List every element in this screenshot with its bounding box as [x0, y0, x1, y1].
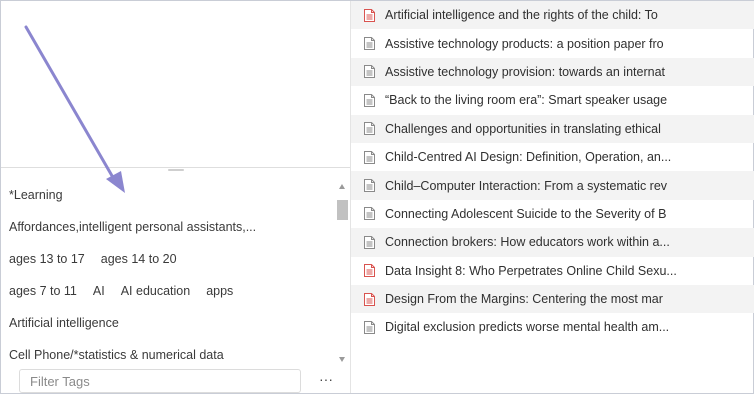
item-title: Data Insight 8: Who Perpetrates Online C…: [385, 263, 677, 278]
document-icon: [364, 179, 375, 193]
tag-ages-13-17[interactable]: ages 13 to 17: [9, 252, 85, 266]
pane-resize-handle[interactable]: [168, 169, 184, 171]
items-pane: Artificial intelligence and the rights o…: [351, 1, 754, 393]
document-icon: [364, 150, 375, 164]
tag-row: ages 7 to 11 AI AI education apps: [1, 275, 333, 307]
item-title: Assistive technology products: a positio…: [385, 36, 664, 51]
scroll-down-icon[interactable]: [339, 357, 345, 362]
items-list: Artificial intelligence and the rights o…: [351, 1, 754, 342]
item-row[interactable]: Data Insight 8: Who Perpetrates Online C…: [351, 257, 754, 285]
item-title: Child-Centred AI Design: Definition, Ope…: [385, 150, 672, 165]
tag-filter-bar: ···: [1, 367, 350, 394]
scroll-up-icon[interactable]: [339, 184, 345, 189]
tag-row: Affordances,intelligent personal assista…: [1, 211, 333, 243]
tag-artificial-intelligence[interactable]: Artificial intelligence: [9, 316, 119, 330]
item-row[interactable]: Assistive technology provision: towards …: [351, 57, 754, 87]
item-row[interactable]: “Back to the living room era”: Smart spe…: [351, 86, 754, 114]
item-row[interactable]: Connecting Adolescent Suicide to the Sev…: [351, 200, 754, 228]
item-title: Connecting Adolescent Suicide to the Sev…: [385, 206, 667, 221]
left-pane: *Learning Affordances,intelligent person…: [1, 1, 351, 393]
item-row[interactable]: Connection brokers: How educators work w…: [351, 228, 754, 257]
tag-actions-button[interactable]: ···: [315, 369, 337, 393]
document-icon: [364, 207, 375, 221]
item-title: Assistive technology provision: towards …: [385, 64, 666, 79]
tag-affordances[interactable]: Affordances,intelligent personal assista…: [9, 220, 256, 234]
tag-ages-14-20[interactable]: ages 14 to 20: [101, 252, 177, 266]
item-title: Connection brokers: How educators work w…: [385, 235, 670, 250]
item-title: Artificial intelligence and the rights o…: [385, 8, 658, 23]
tag-ai[interactable]: AI: [93, 284, 105, 298]
tag-row: Cell Phone/*statistics & numerical data: [1, 339, 333, 367]
item-row[interactable]: Assistive technology products: a positio…: [351, 29, 754, 57]
item-row[interactable]: Challenges and opportunities in translat…: [351, 114, 754, 143]
tag-ai-education[interactable]: AI education: [121, 284, 191, 298]
pdf-document-icon: [364, 264, 375, 278]
tag-selector: *Learning Affordances,intelligent person…: [1, 179, 333, 367]
document-icon: [364, 235, 375, 249]
document-icon: [364, 37, 375, 51]
tag-apps[interactable]: apps: [206, 284, 233, 298]
scroll-thumb[interactable]: [337, 200, 348, 220]
item-title: Design From the Margins: Centering the m…: [385, 292, 663, 307]
filter-tags-input[interactable]: [19, 369, 301, 393]
document-icon: [364, 122, 375, 136]
pdf-document-icon: [364, 8, 375, 22]
item-title: “Back to the living room era”: Smart spe…: [385, 93, 668, 108]
pdf-document-icon: [364, 292, 375, 306]
annotation-arrow-icon: [24, 25, 125, 193]
item-title: Digital exclusion predicts worse mental …: [385, 320, 670, 335]
item-row[interactable]: Digital exclusion predicts worse mental …: [351, 313, 754, 341]
item-row[interactable]: Artificial intelligence and the rights o…: [351, 1, 754, 30]
item-row[interactable]: Child-Centred AI Design: Definition, Ope…: [351, 143, 754, 171]
document-icon: [364, 320, 375, 334]
tag-ages-7-11[interactable]: ages 7 to 11: [9, 284, 77, 298]
document-icon: [364, 93, 375, 107]
tag-row: *Learning: [1, 179, 333, 211]
item-title: Challenges and opportunities in translat…: [385, 121, 661, 136]
tag-cell-phone[interactable]: Cell Phone/*statistics & numerical data: [9, 348, 224, 362]
tag-learning[interactable]: *Learning: [9, 188, 63, 202]
tag-row: Artificial intelligence: [1, 307, 333, 339]
item-row[interactable]: Child–Computer Interaction: From a syste…: [351, 171, 754, 200]
item-title: Child–Computer Interaction: From a syste…: [385, 178, 668, 193]
tag-row: ages 13 to 17 ages 14 to 20: [1, 243, 333, 275]
item-row[interactable]: Design From the Margins: Centering the m…: [351, 284, 754, 314]
tag-scrollbar[interactable]: [334, 179, 350, 367]
document-icon: [364, 65, 375, 79]
